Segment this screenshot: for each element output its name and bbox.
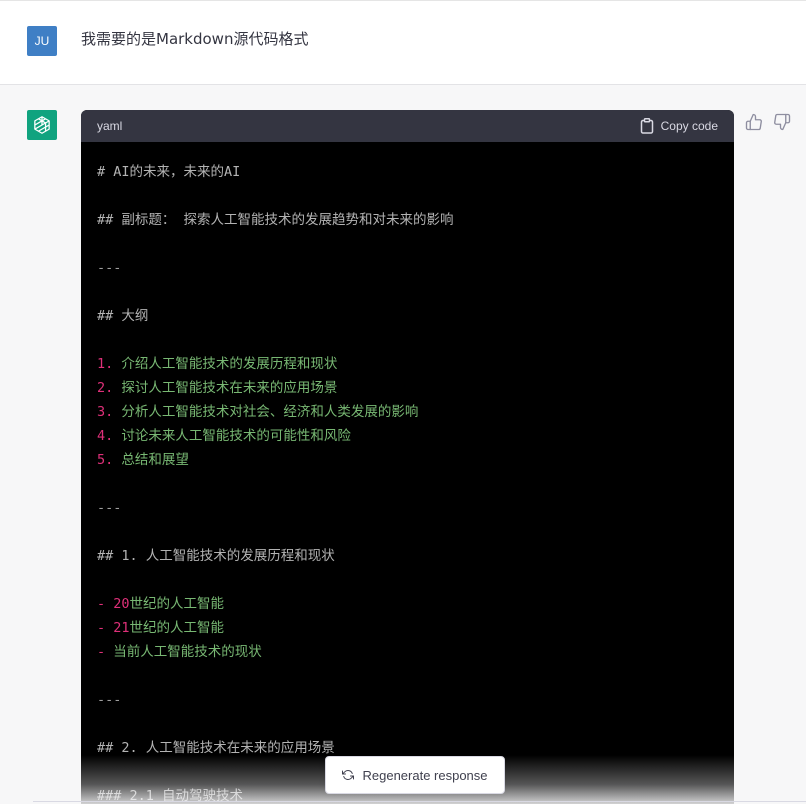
code-header: yaml Copy code <box>81 110 734 142</box>
code-token: 3. <box>97 404 114 420</box>
code-token: ## 副标题： 探索人工智能技术的发展趋势和对未来的影响 <box>97 212 454 228</box>
code-content: # AI的未来，未来的AI ## 副标题： 探索人工智能技术的发展趋势和对未来的影… <box>81 142 734 804</box>
code-token: ## 1. 人工智能技术的发展历程和现状 <box>97 548 335 564</box>
code-line: 3. 分析人工智能技术对社会、经济和人类发展的影响 <box>97 400 718 424</box>
regenerate-label: Regenerate response <box>362 767 488 783</box>
code-line: 2. 探讨人工智能技术在未来的应用场景 <box>97 376 718 400</box>
code-line: ## 1. 人工智能技术的发展历程和现状 <box>97 544 718 568</box>
code-token: 总结和展望 <box>113 452 189 468</box>
code-language-label: yaml <box>97 119 123 133</box>
code-line: --- <box>97 256 718 280</box>
code-token: 探讨人工智能技术在未来的应用场景 <box>113 380 338 396</box>
thumbs-down-icon[interactable] <box>773 113 791 131</box>
code-token: # AI的未来，未来的AI <box>97 164 241 180</box>
code-line: - 当前人工智能技术的现状 <box>97 640 718 664</box>
clipboard-icon <box>640 118 653 134</box>
refresh-icon <box>342 769 355 781</box>
code-line: ## 大纲 <box>97 304 718 328</box>
code-token: 4. <box>97 428 114 444</box>
thumbs-up-icon[interactable] <box>745 113 763 131</box>
code-token: 世纪的人工智能 <box>129 596 225 612</box>
code-token: --- <box>97 500 122 516</box>
code-token: 分析人工智能技术对社会、经济和人类发展的影响 <box>113 404 419 420</box>
code-token: 2. <box>97 380 114 396</box>
code-token: 5. <box>97 452 114 468</box>
copy-code-label: Copy code <box>660 119 718 133</box>
user-message-text: 我需要的是Markdown源代码格式 <box>81 30 309 48</box>
code-line: - 20世纪的人工智能 <box>97 592 718 616</box>
code-block: yaml Copy code # AI的未来，未来的AI ## 副标题： 探索人工… <box>81 110 734 804</box>
openai-logo-icon <box>27 110 57 140</box>
code-token: ## 大纲 <box>97 308 149 324</box>
user-message-row: JU 我需要的是Markdown源代码格式 <box>0 0 806 85</box>
regenerate-response-button[interactable]: Regenerate response <box>325 756 505 794</box>
copy-code-button[interactable]: Copy code <box>640 118 718 134</box>
code-token: 20 <box>113 596 130 612</box>
code-token: 1. <box>97 356 114 372</box>
divider <box>33 801 806 802</box>
code-line: - 21世纪的人工智能 <box>97 616 718 640</box>
code-token: ## 2. 人工智能技术在未来的应用场景 <box>97 740 335 756</box>
code-token: - <box>97 620 114 636</box>
code-line: # AI的未来，未来的AI <box>97 160 718 184</box>
code-token: 21 <box>113 620 130 636</box>
code-token: 介绍人工智能技术的发展历程和现状 <box>113 356 338 372</box>
code-token: --- <box>97 692 122 708</box>
code-line: --- <box>97 688 718 712</box>
code-token: 世纪的人工智能 <box>129 620 225 636</box>
code-token: 讨论未来人工智能技术的可能性和风险 <box>113 428 351 444</box>
code-token: --- <box>97 260 122 276</box>
code-line: ## 副标题： 探索人工智能技术的发展趋势和对未来的影响 <box>97 208 718 232</box>
code-line: --- <box>97 496 718 520</box>
code-token: 当前人工智能技术的现状 <box>113 644 262 660</box>
code-line: 4. 讨论未来人工智能技术的可能性和风险 <box>97 424 718 448</box>
code-line: 1. 介绍人工智能技术的发展历程和现状 <box>97 352 718 376</box>
user-avatar: JU <box>27 26 57 56</box>
code-token: - <box>97 596 114 612</box>
code-line: 5. 总结和展望 <box>97 448 718 472</box>
code-token: - <box>97 644 114 660</box>
